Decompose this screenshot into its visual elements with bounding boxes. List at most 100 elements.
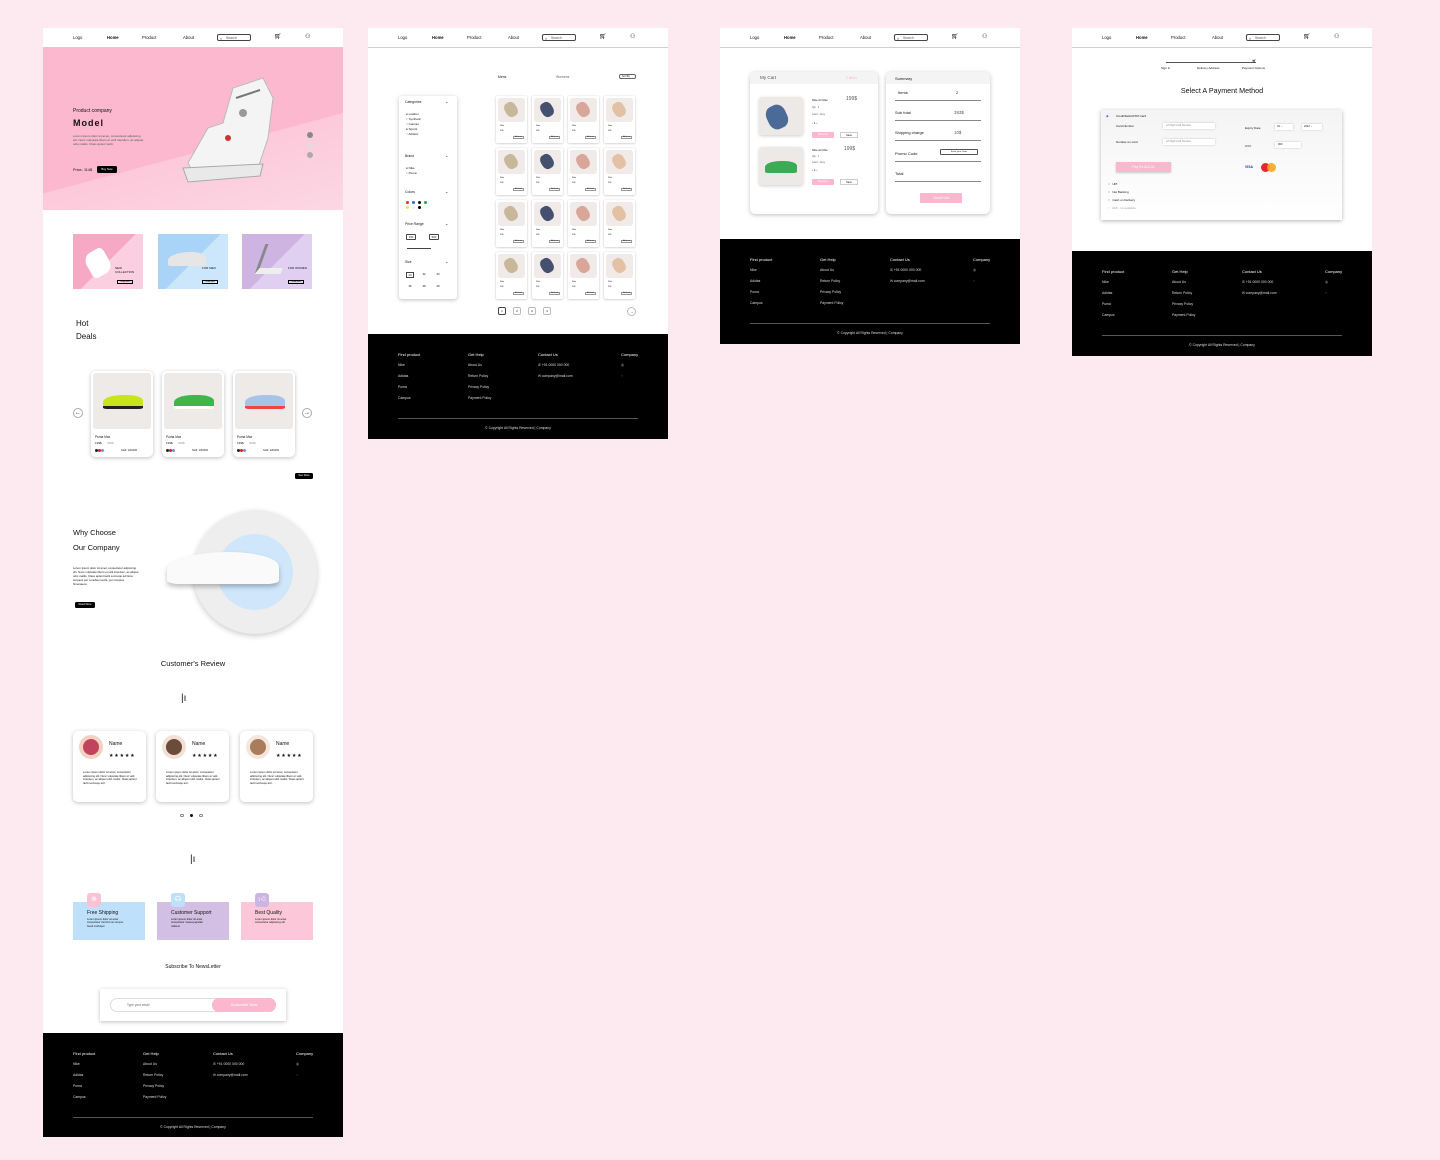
footer-link[interactable]: Puma: [1102, 302, 1124, 306]
filter-categories-title[interactable]: Categories: [405, 100, 421, 104]
footer-link[interactable]: Privacy Policy: [820, 290, 843, 294]
collection-men[interactable]: FOR MEN Shop Now: [158, 234, 228, 289]
cart-icon[interactable]: 🛒︎: [274, 34, 282, 40]
nav-logo[interactable]: Logo: [398, 35, 407, 40]
user-icon[interactable]: ⚇: [1334, 34, 1339, 40]
cart-icon[interactable]: 🛒︎: [1303, 34, 1311, 40]
product-card[interactable]: Nike 99$ Add to cart: [604, 96, 635, 143]
footer-link[interactable]: Payment Policy: [1172, 313, 1195, 317]
footer-link[interactable]: Campus: [1102, 313, 1124, 317]
footer-link[interactable]: Privacy Policy: [468, 385, 491, 389]
chevron-down-icon[interactable]: ⌄: [445, 221, 448, 226]
promo-input[interactable]: Enter your Code: [940, 149, 978, 155]
footer-link[interactable]: Campus: [750, 301, 772, 305]
product-card[interactable]: Nike 99$ Add to cart: [568, 252, 599, 299]
pay-button[interactable]: Pay Rs 500.00: [1116, 162, 1171, 172]
instagram-icon[interactable]: ◎: [621, 363, 638, 367]
deal-card[interactable]: Puma Max 199$ 399$ Sold: 120/400: [162, 371, 224, 457]
nav-home[interactable]: Home: [432, 35, 444, 40]
step-delivery[interactable]: Delivery Address: [1197, 66, 1220, 70]
add-to-cart-button[interactable]: Add to cart: [585, 292, 596, 295]
see-more-button[interactable]: See More: [295, 473, 313, 479]
product-card[interactable]: Nike 99$ Add to cart: [532, 148, 563, 195]
shop-now-button[interactable]: Shop Now: [117, 280, 133, 284]
footer-email[interactable]: company@mail.com: [217, 1073, 248, 1077]
add-to-cart-button[interactable]: Add to cart: [549, 240, 560, 243]
footer-link[interactable]: Return Policy: [468, 374, 491, 378]
collection-new[interactable]: NEW COLLECTION Shop Now: [73, 234, 143, 289]
deal-card[interactable]: Puma Max 199$ 399$ Sold: 120/400: [233, 371, 295, 457]
user-icon[interactable]: ⚇: [982, 34, 987, 40]
chevron-down-icon[interactable]: ⌄: [445, 189, 448, 194]
footer-link[interactable]: Privacy Policy: [143, 1084, 166, 1088]
size-option[interactable]: 40: [434, 284, 442, 290]
instagram-icon[interactable]: ◎: [296, 1062, 313, 1066]
footer-link[interactable]: Campus: [398, 396, 420, 400]
filter-size-title[interactable]: Size: [405, 260, 412, 264]
cart-icon[interactable]: 🛒︎: [951, 34, 959, 40]
footer-link[interactable]: Return Policy: [1172, 291, 1195, 295]
chevron-down-icon[interactable]: ⌄: [445, 99, 448, 104]
footer-email[interactable]: company@mail.com: [542, 374, 573, 378]
hero-dot-3[interactable]: [307, 152, 313, 158]
step-payment[interactable]: Payment Options: [1242, 66, 1265, 70]
prev-arrow-icon[interactable]: ←: [73, 408, 83, 418]
footer-link[interactable]: Nike: [73, 1062, 95, 1066]
footer-link[interactable]: Campus: [73, 1095, 95, 1099]
sort-dropdown[interactable]: Sort By: [619, 74, 636, 79]
add-to-cart-button[interactable]: Add to cart: [585, 240, 596, 243]
product-card[interactable]: Nike 99$ Add to cart: [604, 252, 635, 299]
size-option[interactable]: 34: [434, 272, 442, 278]
nav-about[interactable]: About: [508, 35, 519, 40]
card-number-input[interactable]: 16 Digit Card Number: [1163, 123, 1215, 129]
buy-now-button[interactable]: Buy Now: [97, 166, 117, 173]
size-option[interactable]: 36: [406, 284, 414, 290]
product-card[interactable]: Nike 99$ Add to cart: [568, 148, 599, 195]
instagram-icon[interactable]: ◎: [973, 268, 990, 272]
filter-brand-title[interactable]: Brand: [405, 154, 414, 158]
option-upi[interactable]: ○ UPI: [1108, 180, 1136, 188]
filter-price-title[interactable]: Price Range: [405, 222, 424, 226]
nav-home[interactable]: Home: [1136, 35, 1148, 40]
add-to-cart-button[interactable]: Add to cart: [513, 136, 524, 139]
search-input[interactable]: ⌕ Search: [1246, 34, 1280, 41]
radio-card-selected[interactable]: ◉: [1106, 114, 1109, 118]
footer-link[interactable]: Return Policy: [820, 279, 843, 283]
next-page-icon[interactable]: →: [627, 307, 636, 316]
size-option[interactable]: 32: [420, 272, 428, 278]
subscribe-button[interactable]: Subscribe Now: [212, 998, 276, 1012]
footer-link[interactable]: Payment Policy: [820, 301, 843, 305]
product-card[interactable]: Nike 99$ Add to cart: [568, 96, 599, 143]
footer-link[interactable]: About Us: [143, 1062, 166, 1066]
footer-link[interactable]: About Us: [468, 363, 491, 367]
footer-phone[interactable]: +91 0000 000 000: [894, 268, 921, 272]
footer-phone[interactable]: +91 0000 000 000: [542, 363, 569, 367]
nav-product[interactable]: Product: [819, 35, 833, 40]
nav-logo[interactable]: Logo: [73, 35, 82, 40]
footer-link[interactable]: About Us: [820, 268, 843, 272]
footer-link[interactable]: Adidas: [750, 279, 772, 283]
quantity-stepper[interactable]: ‹ 1 ›: [812, 168, 817, 172]
nav-home[interactable]: Home: [784, 35, 796, 40]
add-to-cart-button[interactable]: Add to cart: [549, 136, 560, 139]
search-input[interactable]: ⌕ Search: [542, 34, 576, 41]
nav-about[interactable]: About: [1212, 35, 1223, 40]
size-option[interactable]: 38: [420, 284, 428, 290]
whatsapp-icon[interactable]: ◌: [621, 374, 638, 378]
page-button[interactable]: 3: [528, 307, 536, 315]
add-to-cart-button[interactable]: Add to cart: [621, 240, 632, 243]
cart-icon[interactable]: 🛒︎: [599, 34, 607, 40]
whatsapp-icon[interactable]: ◌: [296, 1073, 313, 1077]
option-net-banking[interactable]: ○ Net Banking: [1108, 188, 1136, 196]
footer-link[interactable]: Payment Policy: [143, 1095, 166, 1099]
whatsapp-icon[interactable]: ◌: [1325, 291, 1342, 295]
option-cod[interactable]: ○ Cash on Delivery: [1108, 196, 1136, 204]
product-card[interactable]: Nike 99$ Add to cart: [604, 200, 635, 247]
review-pagination[interactable]: [180, 813, 203, 818]
footer-link[interactable]: Puma: [73, 1084, 95, 1088]
add-to-cart-button[interactable]: Add to cart: [621, 136, 632, 139]
footer-link[interactable]: Nike: [750, 268, 772, 272]
add-to-cart-button[interactable]: Add to cart: [513, 240, 524, 243]
footer-email[interactable]: company@mail.com: [894, 279, 925, 283]
price-slider[interactable]: [407, 248, 431, 249]
